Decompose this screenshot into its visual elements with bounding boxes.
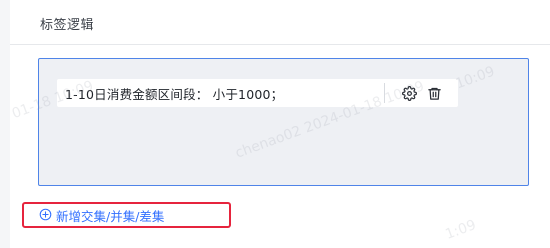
condition-text: 1-10日消费金额区间段： 小于1000； <box>65 86 284 102</box>
section-divider <box>10 44 550 45</box>
add-set-operation-label: 新增交集/并集/差集 <box>56 209 165 224</box>
add-set-operation-button[interactable]: 新增交集/并集/差集 <box>39 206 164 225</box>
gear-icon[interactable] <box>399 83 419 103</box>
condition-row[interactable]: 1-10日消费金额区间段： 小于1000； <box>57 79 458 107</box>
left-gutter <box>0 0 10 248</box>
plus-circle-icon <box>39 208 52 224</box>
row-divider <box>384 83 385 103</box>
trash-icon[interactable] <box>424 83 444 103</box>
tag-logic-editor: 标签逻辑 1-10日消费金额区间段： 小于1000； 新增交集/并集/差集 01… <box>0 0 550 248</box>
logic-condition-panel[interactable]: 1-10日消费金额区间段： 小于1000； <box>38 58 529 186</box>
section-title: 标签逻辑 <box>40 18 95 33</box>
watermark-bottom-right: 1:09 <box>443 217 479 243</box>
